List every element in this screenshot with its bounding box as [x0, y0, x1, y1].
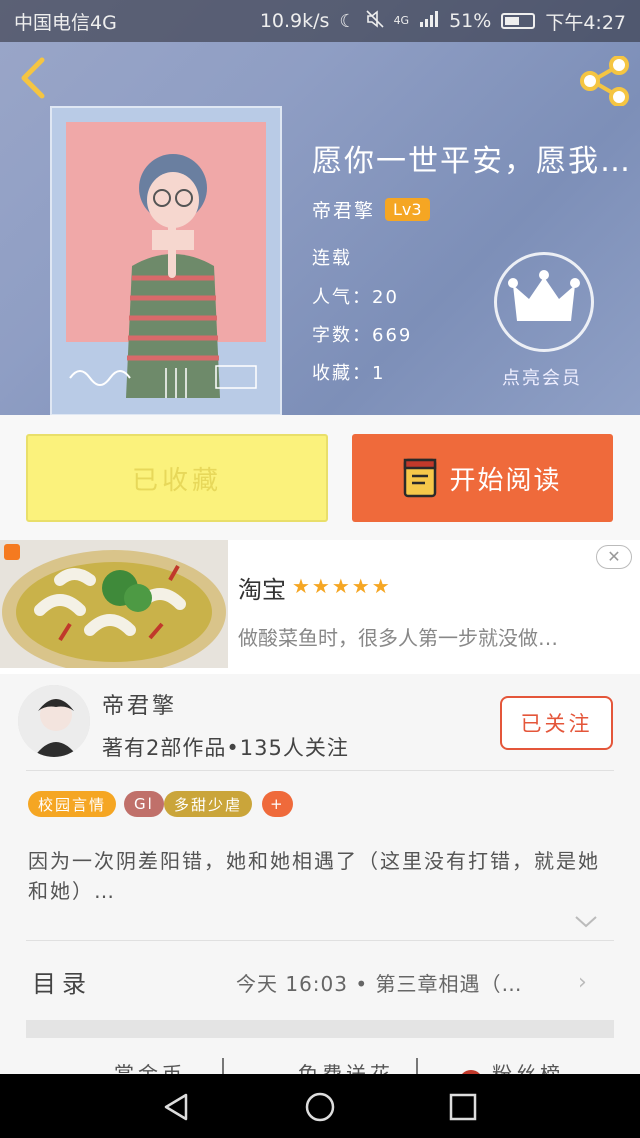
- favorites-count: 收藏：1: [312, 363, 386, 384]
- ad-close-button[interactable]: ✕: [596, 545, 632, 569]
- moon-icon: ☾: [339, 10, 356, 32]
- ad-banner[interactable]: 淘宝 ★★★★★ 做酸菜鱼时，很多人第一步就没做…: [0, 540, 640, 674]
- book-cover[interactable]: [50, 106, 282, 416]
- author-name[interactable]: 帝君擎: [312, 196, 375, 223]
- synopsis: 因为一次阴差阳错，她和她相遇了（这里没有打错，就是她和她）…: [28, 849, 600, 903]
- tag-add-button[interactable]: +: [262, 791, 293, 817]
- vip-button[interactable]: [494, 252, 594, 352]
- latest-chapter: 今天 16:03 • 第三章相遇（…: [236, 972, 523, 996]
- collected-button[interactable]: 已收藏: [26, 434, 328, 522]
- section-spacer: [26, 1020, 614, 1038]
- screen: 中国电信4G 10.9k/s ☾ 4G 51% 下午4:27 愿你一世平安，愿我…: [0, 0, 640, 1138]
- expand-synopsis-button[interactable]: [574, 912, 598, 930]
- network-speed: 10.9k/s: [259, 10, 330, 32]
- network-type: 4G: [393, 14, 410, 27]
- square-recents-icon: [449, 1093, 477, 1121]
- start-reading-label: 开始阅读: [449, 465, 562, 496]
- share-button[interactable]: [578, 55, 632, 107]
- chevron-down-icon: [575, 916, 597, 928]
- divider: [26, 770, 614, 771]
- popularity: 人气：20: [312, 287, 399, 308]
- recents-nav-button[interactable]: [448, 1092, 478, 1122]
- home-nav-button[interactable]: [305, 1092, 335, 1122]
- tag-sweet[interactable]: 多甜少虐: [164, 791, 253, 817]
- clock: 下午4:27: [545, 11, 626, 34]
- cover-handwriting: [69, 365, 257, 398]
- collected-label: 已收藏: [131, 465, 222, 496]
- chevron-left-icon: [21, 57, 45, 99]
- serial-status: 连载: [312, 248, 352, 269]
- mute-icon: [365, 9, 384, 33]
- book-icon: [404, 458, 437, 498]
- author-card-name[interactable]: 帝君擎: [102, 688, 177, 720]
- level-badge: Lv3: [385, 198, 430, 221]
- crown-icon: [508, 270, 580, 321]
- book-title: 愿你一世平安，愿我…: [312, 144, 632, 179]
- bottom-action-bar: 赏金币 免费送花 粉丝榜: [0, 1056, 640, 1076]
- vip-label: 点亮会员: [502, 368, 582, 389]
- navigation-bar: [0, 1074, 640, 1138]
- ad-description: 做酸菜鱼时，很多人第一步就没做…: [238, 626, 558, 650]
- triangle-back-icon: [164, 1093, 188, 1121]
- follow-label: 已关注: [520, 712, 593, 736]
- chevron-right-icon: ›: [578, 970, 587, 995]
- signal-icon: [419, 10, 439, 33]
- carrier-text: 中国电信4G: [14, 11, 117, 34]
- ad-brand: 淘宝: [238, 576, 286, 604]
- author-stats: 著有2部作品•135人关注: [102, 736, 349, 760]
- ad-rating: ★★★★★: [292, 574, 392, 598]
- battery-percent: 51%: [449, 10, 492, 32]
- divider: [26, 940, 614, 941]
- share-icon: [580, 55, 629, 107]
- back-nav-button[interactable]: [162, 1092, 192, 1122]
- author-line: 帝君擎 Lv3: [312, 196, 430, 223]
- word-count: 字数：669: [312, 325, 413, 346]
- status-bar: 中国电信4G 10.9k/s ☾ 4G 51% 下午4:27: [0, 0, 640, 42]
- back-button[interactable]: [14, 56, 54, 100]
- ad-image: [0, 540, 228, 668]
- start-reading-button[interactable]: 开始阅读: [352, 434, 613, 522]
- author-avatar[interactable]: [18, 685, 90, 757]
- battery-icon: [501, 13, 536, 29]
- tag-campus-romance[interactable]: 校园言情: [28, 791, 117, 817]
- circle-home-icon: [305, 1092, 335, 1122]
- tag-gl[interactable]: Gl: [124, 791, 164, 817]
- follow-button[interactable]: 已关注: [500, 696, 613, 750]
- toc-label: 目录: [32, 970, 92, 998]
